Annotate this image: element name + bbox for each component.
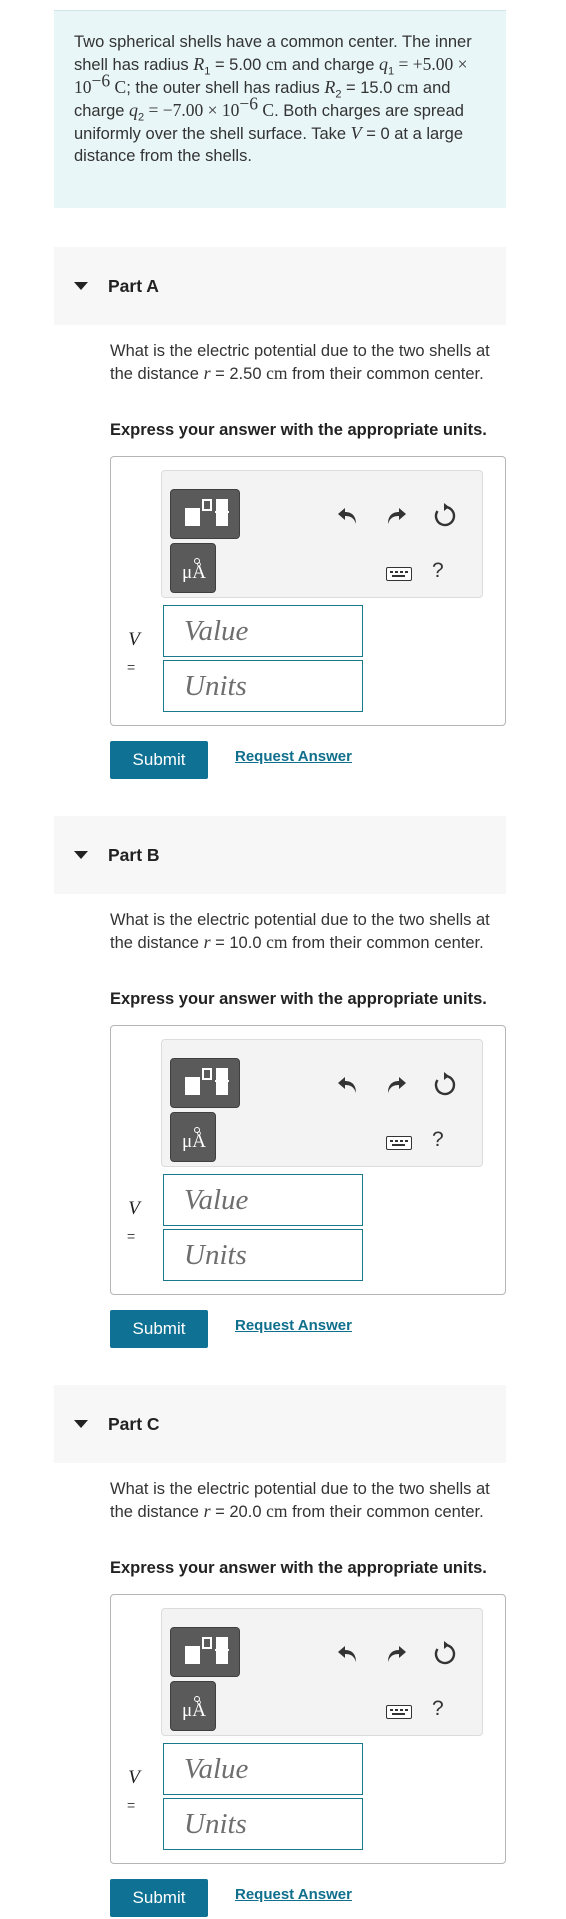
reset-icon[interactable] (432, 1641, 458, 1667)
v-symbol: V (350, 123, 362, 143)
equals-sign: = (127, 1228, 136, 1244)
r-symbol: r (203, 1501, 211, 1521)
value-input[interactable]: Value (163, 1743, 363, 1795)
answer-instruction: Express your answer with the appropriate… (110, 1559, 487, 1577)
r-value: = 10.0 (210, 934, 267, 952)
r-symbol: r (203, 932, 211, 952)
q1-unit: C (110, 77, 127, 97)
problem-text: and charge (287, 56, 379, 74)
q1-symbol: q (379, 54, 388, 74)
units-input[interactable]: Units (163, 660, 363, 712)
submit-button[interactable]: Submit (110, 741, 208, 779)
units-placeholder: Units (184, 1807, 247, 1840)
value-input[interactable]: Value (163, 605, 363, 657)
r-unit: cm (266, 932, 288, 952)
units-button[interactable]: μÅ (170, 543, 216, 593)
r1-unit: cm (265, 54, 288, 74)
submit-button[interactable]: Submit (110, 1879, 208, 1917)
r1-symbol: R (193, 54, 205, 74)
value-placeholder: Value (184, 614, 249, 647)
units-button-label: μÅ (182, 1700, 206, 1721)
answer-instruction: Express your answer with the appropriate… (110, 421, 487, 439)
equals-sign: = (127, 1797, 136, 1813)
units-placeholder: Units (184, 669, 247, 702)
caret-down-icon[interactable] (74, 282, 88, 290)
math-toolbar: μÅ ? (161, 1039, 483, 1167)
help-icon[interactable]: ? (432, 559, 444, 583)
units-placeholder: Units (184, 1238, 247, 1271)
r-value: = 2.50 (210, 365, 267, 383)
r-value: = 20.0 (210, 1503, 267, 1521)
undo-icon[interactable] (336, 505, 360, 527)
math-toolbar: μÅ ? (161, 1608, 483, 1736)
units-input[interactable]: Units (163, 1229, 363, 1281)
part-title: Part B (108, 844, 160, 865)
q2-exponent: −6 (239, 93, 259, 114)
q2-symbol: q (129, 100, 139, 120)
r-unit: cm (266, 363, 288, 383)
units-button[interactable]: μÅ (170, 1681, 216, 1731)
r1-value: = 5.00 (210, 56, 266, 74)
value-placeholder: Value (184, 1752, 249, 1785)
request-answer-link[interactable]: Request Answer (235, 748, 352, 765)
q2-value: = −7.00 × 10 (144, 100, 240, 120)
units-button-label: μÅ (182, 1131, 206, 1152)
q1-exponent: −6 (91, 70, 111, 91)
r2-symbol: R (324, 77, 336, 97)
help-icon[interactable]: ? (432, 1128, 444, 1152)
answer-box: μÅ ? V = Value Units (110, 456, 506, 726)
value-input[interactable]: Value (163, 1174, 363, 1226)
keyboard-icon[interactable] (386, 1136, 412, 1150)
caret-down-icon[interactable] (74, 851, 88, 859)
answer-box: μÅ ? V = Value Units (110, 1594, 506, 1864)
answer-box: μÅ ? V = Value Units (110, 1025, 506, 1295)
r-unit: cm (266, 1501, 288, 1521)
answer-variable: V (128, 629, 140, 650)
submit-button[interactable]: Submit (110, 1310, 208, 1348)
units-input[interactable]: Units (163, 1798, 363, 1850)
caret-down-icon[interactable] (74, 1420, 88, 1428)
part-title: Part A (108, 275, 159, 296)
redo-icon[interactable] (384, 1074, 408, 1096)
question-text: What is the electric potential due to th… (110, 1478, 510, 1523)
r2-value: = 15.0 (341, 79, 397, 97)
templates-button[interactable] (170, 489, 240, 539)
templates-button[interactable] (170, 1058, 240, 1108)
request-answer-link[interactable]: Request Answer (235, 1317, 352, 1334)
answer-variable: V (128, 1767, 140, 1788)
problem-text: ; the outer shell has radius (126, 79, 325, 97)
request-answer-link[interactable]: Request Answer (235, 1886, 352, 1903)
undo-icon[interactable] (336, 1643, 360, 1665)
part-title: Part C (108, 1413, 160, 1434)
question-text: What is the electric potential due to th… (110, 909, 510, 954)
value-placeholder: Value (184, 1183, 249, 1216)
keyboard-icon[interactable] (386, 567, 412, 581)
answer-variable: V (128, 1198, 140, 1219)
keyboard-icon[interactable] (386, 1705, 412, 1719)
part-b-header[interactable]: Part B (54, 816, 506, 894)
reset-icon[interactable] (432, 503, 458, 529)
question-post: from their common center. (287, 934, 484, 952)
answer-instruction: Express your answer with the appropriate… (110, 990, 487, 1008)
reset-icon[interactable] (432, 1072, 458, 1098)
undo-icon[interactable] (336, 1074, 360, 1096)
part-a-header[interactable]: Part A (54, 247, 506, 325)
question-text: What is the electric potential due to th… (110, 340, 510, 385)
redo-icon[interactable] (384, 1643, 408, 1665)
part-c-header[interactable]: Part C (54, 1385, 506, 1463)
r2-unit: cm (396, 77, 419, 97)
math-toolbar: μÅ ? (161, 470, 483, 598)
redo-icon[interactable] (384, 505, 408, 527)
r-symbol: r (203, 363, 211, 383)
question-post: from their common center. (287, 365, 484, 383)
q2-unit: C (258, 100, 275, 120)
units-button[interactable]: μÅ (170, 1112, 216, 1162)
help-icon[interactable]: ? (432, 1697, 444, 1721)
question-post: from their common center. (287, 1503, 484, 1521)
templates-button[interactable] (170, 1627, 240, 1677)
units-button-label: μÅ (182, 562, 206, 583)
problem-statement: Two spherical shells have a common cente… (54, 10, 506, 208)
equals-sign: = (127, 659, 136, 675)
